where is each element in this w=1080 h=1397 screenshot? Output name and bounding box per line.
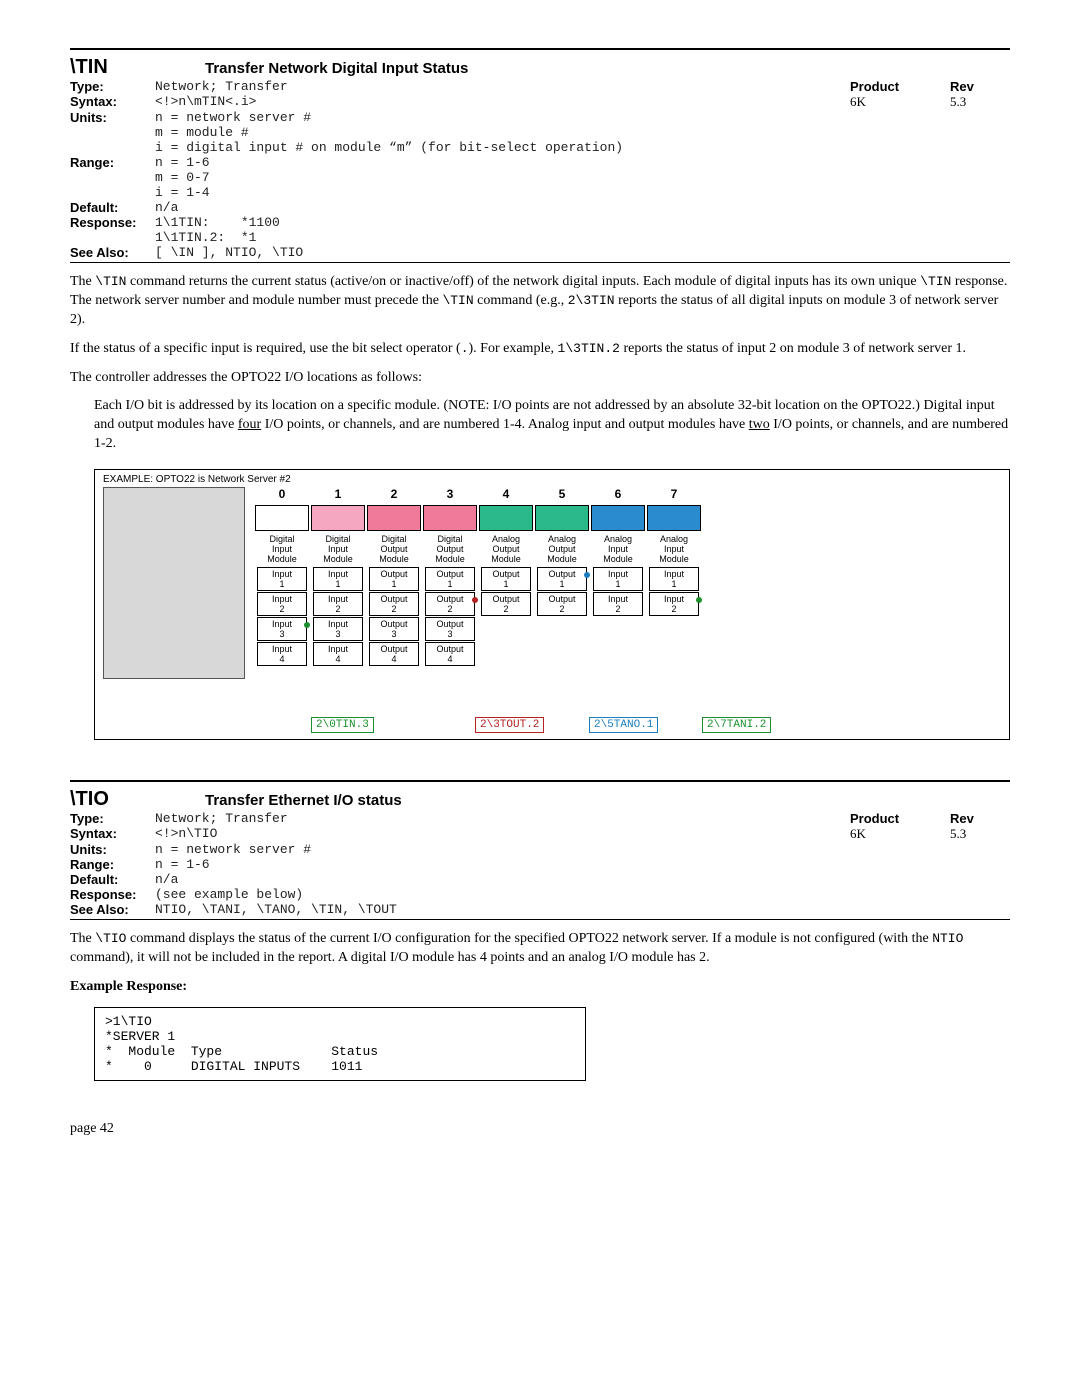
tin-syntax: <!>n\mTIN<.i> — [155, 94, 850, 110]
module-column: 3DigitalOutputModuleOutput1Output2Output… — [423, 487, 477, 667]
diagram-callout: 2\5TANO.1 — [589, 717, 658, 733]
tio-range: n = 1-6 — [155, 857, 850, 872]
tin-desc-p1: The \TIN command returns the current sta… — [70, 273, 1010, 330]
tio-units: n = network server # — [155, 842, 850, 857]
diagram-callout: 2\7TANI.2 — [702, 717, 771, 733]
label-units: Units: — [70, 110, 155, 155]
example-response-head: Example Response: — [70, 978, 1010, 997]
tio-type: Network; Transfer — [155, 811, 850, 826]
rule-after-tio-spec — [70, 919, 1010, 920]
diagram-title: EXAMPLE: OPTO22 is Network Server #2 — [103, 474, 1001, 485]
label-seealso: See Also: — [70, 245, 155, 260]
tin-default: n/a — [155, 200, 850, 215]
tio-cmd-name: \TIO — [70, 788, 205, 811]
page-footer: page 42 — [70, 1121, 1010, 1137]
label-type: Type: — [70, 79, 155, 94]
diagram-callout: 2\0TIN.3 — [311, 717, 374, 733]
rev-header: Rev — [950, 79, 1010, 94]
tin-type: Network; Transfer — [155, 79, 850, 94]
tin-product: 6K — [850, 94, 950, 110]
label-syntax: Syntax: — [70, 94, 155, 110]
module-column: 1DigitalInputModuleInput1Input2Input3Inp… — [311, 487, 365, 667]
module-column: 4AnalogOutputModuleOutput1Output2 — [479, 487, 533, 667]
rule-top — [70, 48, 1010, 50]
tio-spec-table: Type: Network; Transfer Product Rev Synt… — [70, 811, 1010, 917]
tin-desc-p4: Each I/O bit is addressed by its locatio… — [94, 397, 1010, 454]
tin-range: n = 1-6 m = 0-7 i = 1-4 — [155, 155, 850, 200]
tin-rev: 5.3 — [950, 94, 1010, 110]
diagram-callout: 2\3TOUT.2 — [475, 717, 544, 733]
module-column: 2DigitalOutputModuleOutput1Output2Output… — [367, 487, 421, 667]
tin-desc-p3: The controller addresses the OPTO22 I/O … — [70, 369, 1010, 388]
module-column: 6AnalogInputModuleInput1Input2 — [591, 487, 645, 667]
tin-spec-table: Type: Network; Transfer Product Rev Synt… — [70, 79, 1010, 260]
tin-header: \TIN Transfer Network Digital Input Stat… — [70, 56, 1010, 79]
label-default: Default: — [70, 200, 155, 215]
tin-cmd-name: \TIN — [70, 56, 205, 79]
tio-header: \TIO Transfer Ethernet I/O status — [70, 788, 1010, 811]
tin-seealso: [ \IN ], NTIO, \TIO — [155, 245, 850, 260]
rule-tio-top — [70, 780, 1010, 782]
module-column: 7AnalogInputModuleInput1Input2 — [647, 487, 701, 667]
tio-response: (see example below) — [155, 887, 850, 902]
tin-response: 1\1TIN: *1100 1\1TIN.2: *1 — [155, 215, 850, 245]
product-header: Product — [850, 79, 950, 94]
tin-desc-p2: If the status of a specific input is req… — [70, 340, 1010, 359]
label-response: Response: — [70, 215, 155, 245]
tio-cmd-title: Transfer Ethernet I/O status — [205, 792, 402, 809]
module-column: 5AnalogOutputModuleOutput1Output2 — [535, 487, 589, 667]
server-rect — [103, 487, 245, 679]
module-column: 0DigitalInputModuleInput1Input2Input3Inp… — [255, 487, 309, 667]
tio-seealso: NTIO, \TANI, \TANO, \TIN, \TOUT — [155, 902, 850, 917]
opto22-diagram: EXAMPLE: OPTO22 is Network Server #2 0Di… — [94, 469, 1010, 740]
tio-default: n/a — [155, 872, 850, 887]
tio-syntax: <!>n\TIO — [155, 826, 850, 842]
rule-after-spec — [70, 262, 1010, 263]
label-range: Range: — [70, 155, 155, 200]
tin-units: n = network server # m = module # i = di… — [155, 110, 850, 155]
tin-cmd-title: Transfer Network Digital Input Status — [205, 60, 468, 77]
example-response-box: >1\TIO *SERVER 1 * Module Type Status * … — [94, 1007, 586, 1081]
tio-desc-p1: The \TIO command displays the status of … — [70, 930, 1010, 968]
